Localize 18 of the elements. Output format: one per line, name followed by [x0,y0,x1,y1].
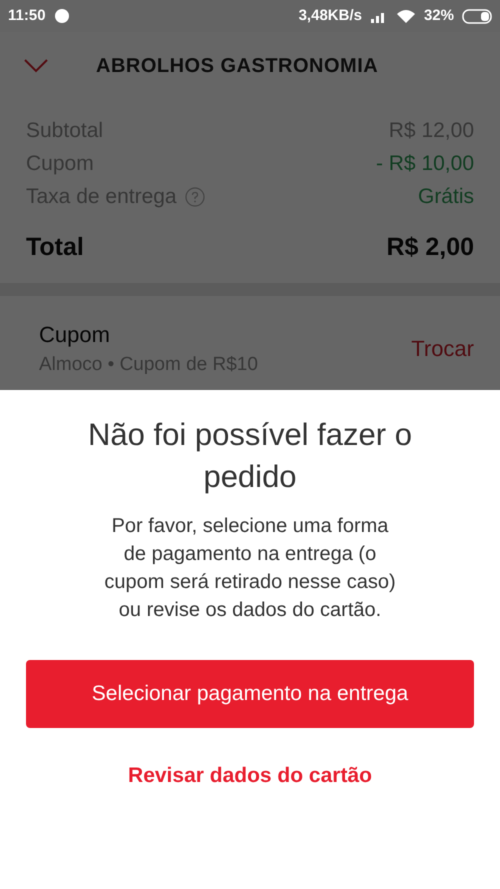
change-coupon-link[interactable]: Trocar [411,332,474,366]
total-label: Total [26,232,84,264]
select-delivery-payment-button[interactable]: Selecionar pagamento na entrega [26,660,474,728]
dialog-title: Não foi possível fazer o pedido [87,416,413,496]
help-icon[interactable] [184,186,205,206]
network-speed: 3,48KB/s [298,6,362,26]
total-value: R$ 2,00 [386,232,474,264]
review-card-link[interactable]: Revisar dados do cartão [120,752,380,800]
restaurant-title: ABROLHOS GASTRONOMIA [96,54,378,79]
battery-icon [462,8,492,24]
coupon-title: Cupom [39,321,111,349]
summary-value: - R$ 10,00 [376,150,474,177]
status-time: 11:50 [8,6,46,26]
chevron-down-icon[interactable] [24,59,48,73]
wifi-icon [396,9,416,23]
summary-value: Grátis [418,184,474,210]
battery-percent: 32% [424,6,454,26]
dialog-message: Por favor, selecione uma forma de pagamento na entrega (o cupom será retirado nesse caso) ou revise os dados do cartão. [103,514,397,623]
